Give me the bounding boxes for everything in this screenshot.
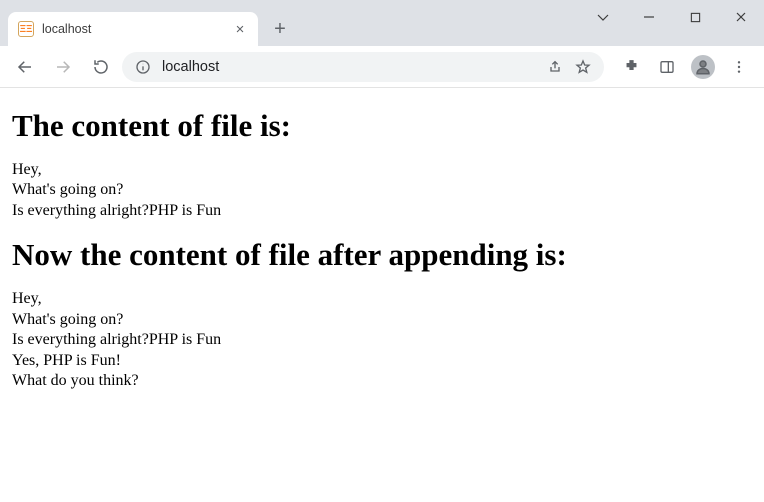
menu-button[interactable]	[722, 50, 756, 84]
address-text: localhost	[162, 59, 536, 75]
profile-avatar[interactable]	[686, 50, 720, 84]
new-tab-button[interactable]: +	[266, 15, 294, 43]
file-content-original: Hey, What's going on? Is everything alri…	[12, 160, 752, 221]
close-window-button[interactable]	[718, 0, 764, 34]
maximize-button[interactable]	[672, 0, 718, 34]
minimize-button[interactable]	[626, 0, 672, 34]
xampp-favicon: ΞΞ	[18, 21, 34, 37]
browser-tab[interactable]: ΞΞ localhost ×	[8, 12, 258, 46]
extensions-icon[interactable]	[614, 50, 648, 84]
forward-button[interactable]	[46, 50, 80, 84]
heading-appended: Now the content of file after appending …	[12, 237, 752, 273]
reload-button[interactable]	[84, 50, 118, 84]
page-content: The content of file is: Hey, What's goin…	[0, 88, 764, 404]
toolbar-right-icons	[614, 50, 756, 84]
address-bar[interactable]: localhost	[122, 52, 604, 82]
bookmark-star-icon[interactable]	[574, 58, 592, 76]
close-tab-button[interactable]: ×	[232, 21, 248, 37]
tab-title: localhost	[42, 22, 224, 36]
side-panel-icon[interactable]	[650, 50, 684, 84]
share-icon[interactable]	[546, 58, 564, 76]
chevron-down-icon[interactable]	[580, 0, 626, 34]
info-icon[interactable]	[134, 58, 152, 76]
browser-toolbar: localhost	[0, 46, 764, 88]
back-button[interactable]	[8, 50, 42, 84]
window-controls	[580, 0, 764, 34]
file-content-appended: Hey, What's going on? Is everything alri…	[12, 289, 752, 391]
window-titlebar: ΞΞ localhost × +	[0, 0, 764, 46]
heading-original: The content of file is:	[12, 108, 752, 144]
